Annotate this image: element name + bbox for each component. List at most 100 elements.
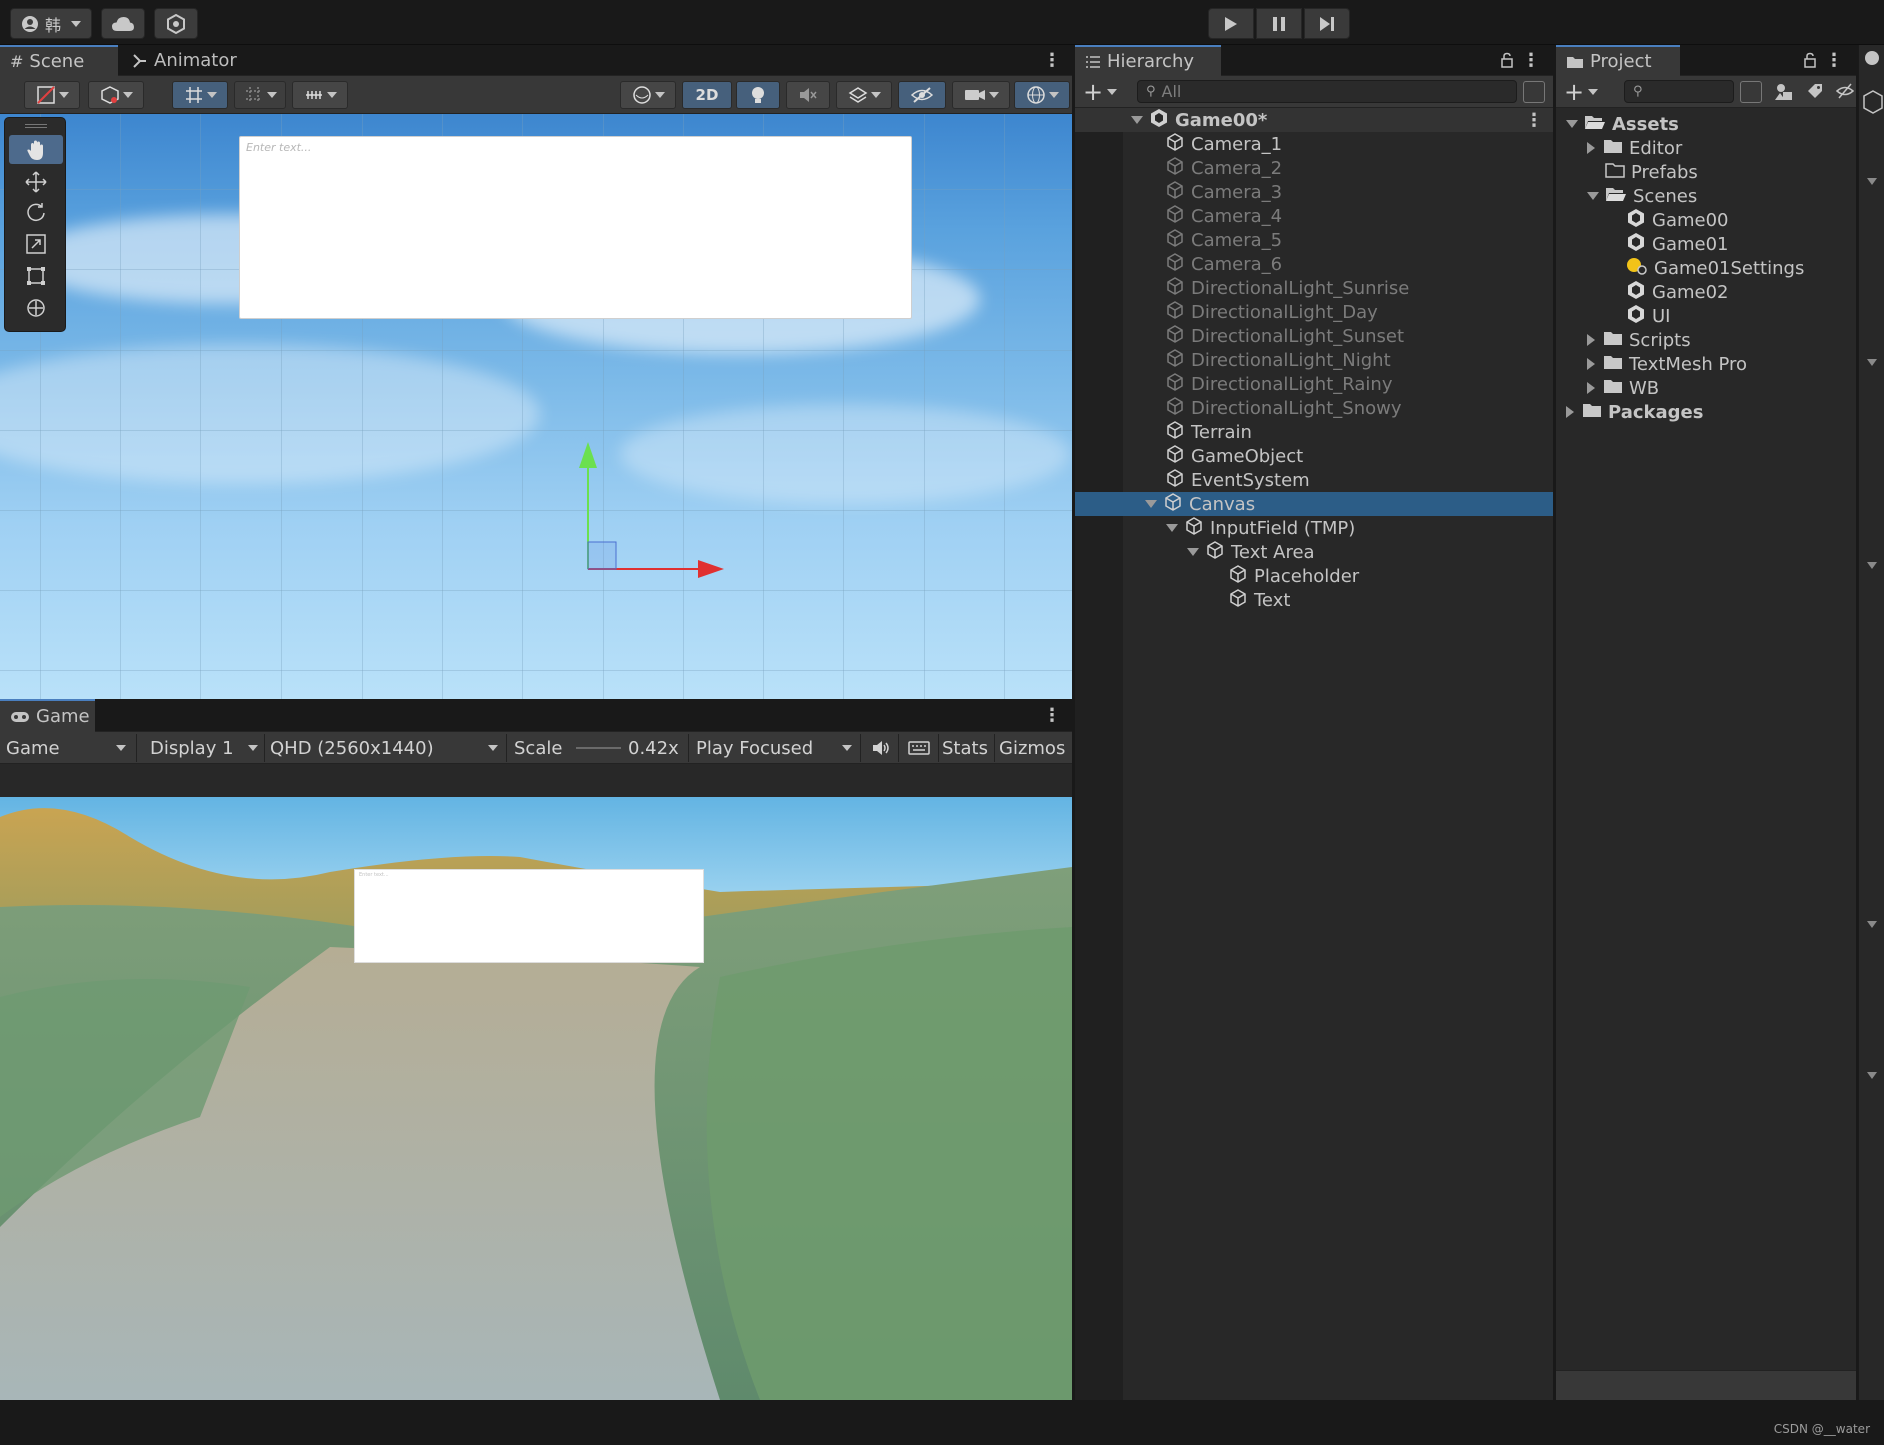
pause-button[interactable]: [1256, 8, 1302, 39]
scene-picker-icon[interactable]: [1523, 81, 1545, 103]
game-more-icon[interactable]: ⋮: [1042, 705, 1062, 726]
hierarchy-item[interactable]: DirectionalLight_Sunset: [1075, 324, 1553, 348]
move-tool[interactable]: [9, 167, 63, 196]
audio-toggle[interactable]: [786, 81, 830, 109]
info-icon[interactable]: [1865, 51, 1879, 65]
expand-arrow-icon[interactable]: [1131, 116, 1143, 124]
hand-tool[interactable]: [9, 135, 63, 164]
keyboard-button[interactable]: [900, 732, 938, 764]
hierarchy-item[interactable]: Camera_5: [1075, 228, 1553, 252]
collapse-arrow-icon[interactable]: [1587, 382, 1595, 394]
hierarchy-item[interactable]: Camera_1: [1075, 132, 1553, 156]
hierarchy-item[interactable]: Canvas: [1075, 492, 1553, 516]
render-mode-dropdown[interactable]: [620, 81, 676, 109]
shading-dropdown[interactable]: [88, 81, 144, 109]
project-item[interactable]: Scripts: [1556, 328, 1856, 352]
project-more-icon[interactable]: ⋮: [1824, 50, 1844, 71]
camera-dropdown[interactable]: [952, 81, 1010, 109]
chevron-down-icon[interactable]: [1867, 1072, 1877, 1079]
chevron-down-icon[interactable]: [1867, 359, 1877, 366]
game-viewport[interactable]: Enter text...: [0, 797, 1072, 1400]
gizmos-dropdown[interactable]: [1014, 81, 1070, 109]
project-item[interactable]: Game00: [1556, 208, 1856, 232]
rect-tool[interactable]: [9, 261, 63, 290]
hierarchy-item[interactable]: Terrain: [1075, 420, 1553, 444]
hierarchy-item[interactable]: EventSystem: [1075, 468, 1553, 492]
lock-icon[interactable]: [1497, 50, 1517, 70]
scale-tool[interactable]: [9, 229, 63, 258]
project-create-button[interactable]: +: [1564, 80, 1608, 104]
scene-more-icon[interactable]: ⋮: [1042, 50, 1062, 71]
project-item[interactable]: Game02: [1556, 280, 1856, 304]
expand-arrow-icon[interactable]: [1166, 524, 1178, 532]
rotate-tool[interactable]: [9, 198, 63, 227]
search-scope-icon[interactable]: [1740, 81, 1762, 103]
project-item[interactable]: Prefabs: [1556, 160, 1856, 184]
tab-animator[interactable]: Animator: [122, 45, 262, 76]
collapse-arrow-icon[interactable]: [1587, 142, 1595, 154]
hierarchy-item[interactable]: InputField (TMP): [1075, 516, 1553, 540]
account-dropdown[interactable]: 韩: [10, 8, 92, 39]
lock-icon[interactable]: [1800, 50, 1820, 70]
scene-input-field[interactable]: Enter text...: [239, 136, 912, 319]
mode-2d-toggle[interactable]: 2D: [682, 81, 732, 109]
hierarchy-item[interactable]: DirectionalLight_Day: [1075, 300, 1553, 324]
move-gizmo[interactable]: [570, 434, 730, 594]
effects-dropdown[interactable]: [836, 81, 892, 109]
expand-arrow-icon[interactable]: [1566, 120, 1578, 128]
scene-viewport[interactable]: Enter text...: [0, 114, 1072, 699]
hidden-packages-icon[interactable]: [1835, 82, 1855, 104]
cloud-button[interactable]: [101, 8, 145, 39]
project-item[interactable]: Scenes: [1556, 184, 1856, 208]
step-button[interactable]: [1304, 8, 1350, 39]
y-axis-arrow[interactable]: [579, 442, 597, 468]
play-mode-dropdown[interactable]: Play Focused: [696, 732, 854, 764]
collapse-arrow-icon[interactable]: [1566, 406, 1574, 418]
project-item[interactable]: TextMesh Pro: [1556, 352, 1856, 376]
hierarchy-item[interactable]: DirectionalLight_Snowy: [1075, 396, 1553, 420]
collab-button[interactable]: [154, 8, 198, 39]
chevron-down-icon[interactable]: [1867, 921, 1877, 928]
hierarchy-more-icon[interactable]: ⋮: [1521, 50, 1541, 71]
hierarchy-item[interactable]: DirectionalLight_Rainy: [1075, 372, 1553, 396]
hierarchy-item[interactable]: Placeholder: [1075, 564, 1553, 588]
tag-icon[interactable]: [1806, 82, 1824, 104]
game-input-field[interactable]: Enter text...: [354, 869, 704, 963]
expand-arrow-icon[interactable]: [1587, 192, 1599, 200]
tab-scene[interactable]: # Scene: [0, 45, 118, 76]
chevron-down-icon[interactable]: [1867, 178, 1877, 185]
chevron-down-icon[interactable]: [1867, 562, 1877, 569]
scene-visibility-toggle[interactable]: [898, 81, 946, 109]
display-dropdown[interactable]: Display 1: [150, 732, 260, 764]
draw-mode-dropdown[interactable]: [24, 81, 80, 109]
hierarchy-item[interactable]: GameObject: [1075, 444, 1553, 468]
increment-snap-dropdown[interactable]: [234, 81, 286, 109]
tab-project[interactable]: Project: [1556, 45, 1680, 76]
hierarchy-item[interactable]: Camera_3: [1075, 180, 1553, 204]
grid-snap-dropdown[interactable]: [172, 81, 228, 109]
hierarchy-scene-root[interactable]: Game00* ⋮: [1075, 108, 1553, 132]
collapse-arrow-icon[interactable]: [1587, 334, 1595, 346]
project-search-input[interactable]: ⚲: [1624, 80, 1734, 103]
gizmos-button[interactable]: Gizmos: [999, 732, 1065, 764]
root-more-icon[interactable]: ⋮: [1525, 110, 1543, 131]
project-item[interactable]: Assets: [1556, 112, 1856, 136]
resolution-dropdown[interactable]: QHD (2560x1440): [270, 732, 500, 764]
tab-game[interactable]: Game: [0, 699, 95, 732]
x-axis-arrow[interactable]: [698, 560, 724, 578]
hierarchy-item[interactable]: Text: [1075, 588, 1553, 612]
hierarchy-item[interactable]: Camera_2: [1075, 156, 1553, 180]
project-item[interactable]: Game01Settings: [1556, 256, 1856, 280]
collapse-arrow-icon[interactable]: [1587, 358, 1595, 370]
project-item[interactable]: Packages: [1556, 400, 1856, 424]
transform-tool[interactable]: [9, 293, 63, 322]
expand-arrow-icon[interactable]: [1187, 548, 1199, 556]
tab-hierarchy[interactable]: Hierarchy: [1075, 45, 1221, 76]
expand-arrow-icon[interactable]: [1145, 500, 1157, 508]
hierarchy-item[interactable]: Text Area: [1075, 540, 1553, 564]
hierarchy-search-input[interactable]: ⚲ All: [1137, 80, 1517, 103]
filter-type-icon[interactable]: [1774, 82, 1794, 106]
hierarchy-item[interactable]: DirectionalLight_Sunrise: [1075, 276, 1553, 300]
hierarchy-item[interactable]: DirectionalLight_Night: [1075, 348, 1553, 372]
project-item[interactable]: UI: [1556, 304, 1856, 328]
